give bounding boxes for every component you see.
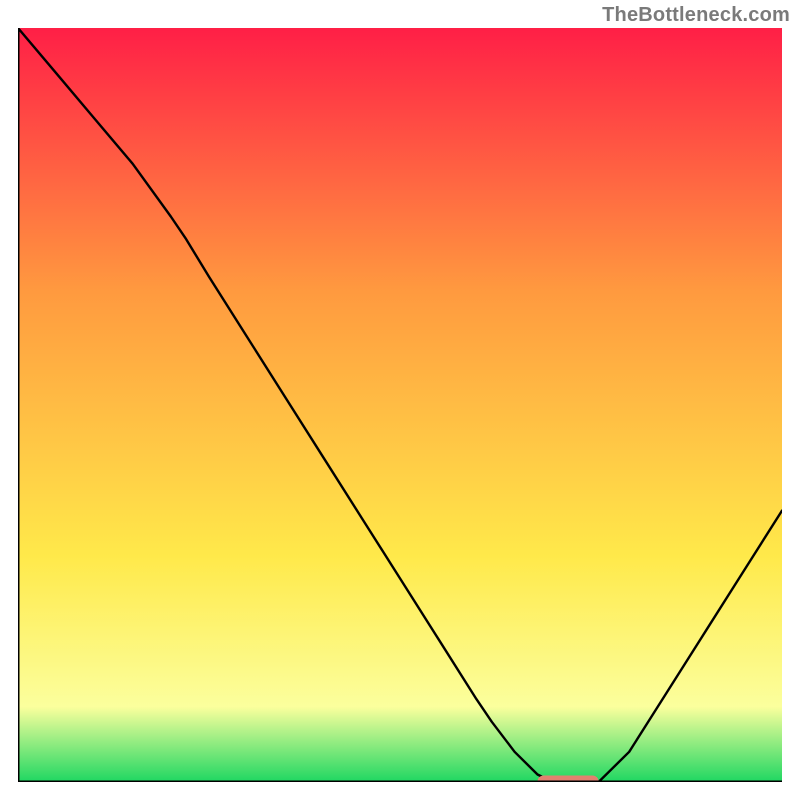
gradient-background — [18, 28, 782, 782]
chart-svg — [18, 28, 782, 782]
chart-container: TheBottleneck.com — [0, 0, 800, 800]
watermark-text: TheBottleneck.com — [602, 4, 790, 27]
plot-area — [18, 28, 782, 782]
